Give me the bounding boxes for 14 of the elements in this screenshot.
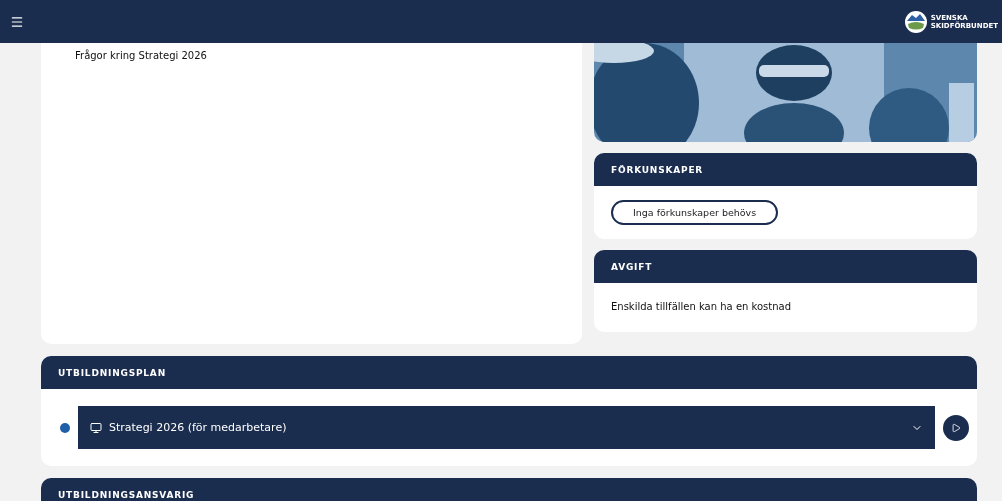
status-dot [60,422,70,433]
prerequisite-tag: Inga förkunskaper behövs [611,200,779,225]
play-button[interactable] [943,414,969,441]
card-title: UTBILDNINGSPLAN [41,356,977,389]
fee-text: Enskilda tillfällen kan ha en kostnad [611,301,792,312]
play-icon [951,422,961,433]
description-text: Frågor kring Strategi 2026 [75,50,208,61]
plan-item[interactable]: Strategi 2026 (för medarbetare) [78,406,935,449]
menu-icon[interactable] [10,14,24,29]
federation-logo-icon [903,9,928,34]
card-title: UTBILDNINGSANSVARIG [41,478,977,501]
card-title: FÖRKUNSKAPER [594,153,977,186]
monitor-icon [90,421,102,434]
card-title: AVGIFT [594,250,977,283]
